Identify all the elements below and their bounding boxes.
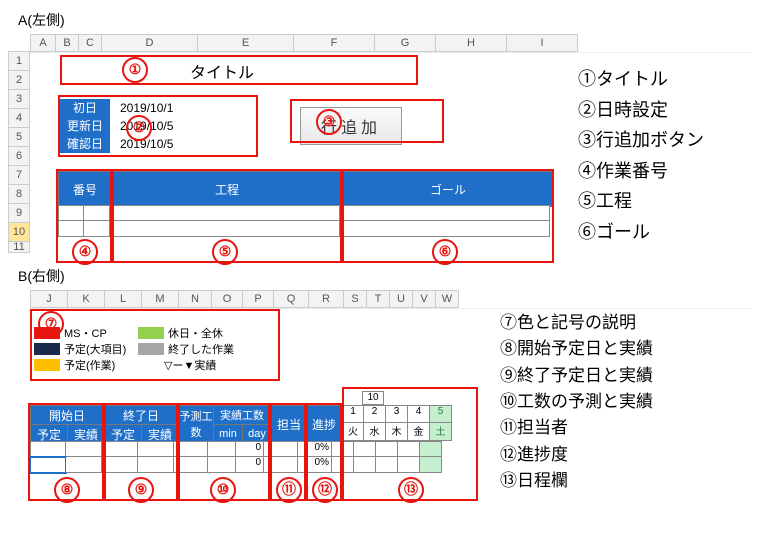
marker-10: ⑩: [210, 477, 236, 503]
swatch-amber: [34, 359, 60, 371]
hdr-forecast: 予測工数: [179, 405, 214, 443]
add-row-button[interactable]: 行追加: [300, 107, 402, 145]
marker-1: ①: [122, 57, 148, 83]
selected-cell[interactable]: [30, 457, 66, 473]
cal-month[interactable]: 10: [362, 391, 384, 405]
col-headers-a: A B C D E F G H I: [30, 34, 752, 52]
legend-list-a: ①タイトル ②日時設定 ③行追加ボタン ④作業番号 ⑤工程 ⑥ゴール: [578, 64, 704, 248]
col-b: B: [56, 34, 79, 52]
title-text[interactable]: タイトル: [190, 59, 254, 83]
swatch-green: [138, 327, 164, 339]
col-d: D: [102, 34, 198, 52]
marker-12: ⑫: [312, 477, 338, 503]
col-c: C: [79, 34, 102, 52]
col-a: A: [30, 34, 56, 52]
col-e: E: [198, 34, 294, 52]
date-label-first: 初日: [60, 99, 110, 117]
swatch-red: [34, 327, 60, 339]
col-h: H: [436, 34, 507, 52]
cell-number2[interactable]: [84, 205, 110, 221]
hdr-owner: 担当: [272, 405, 307, 443]
hdr-goal: ゴール: [343, 171, 554, 207]
hdr-actual: 実績工数: [214, 405, 271, 425]
swatch-navy: [34, 343, 60, 355]
hdr-progress: 進捗: [307, 405, 342, 443]
date-label-update: 更新日: [60, 117, 110, 135]
marker-6: ⑥: [432, 239, 458, 265]
section-a-label: A(左側): [18, 10, 752, 30]
hdr-end: 終了日: [105, 405, 178, 425]
cell-goal[interactable]: [340, 205, 550, 221]
col-f: F: [294, 34, 375, 52]
marker-8: ⑧: [54, 477, 80, 503]
hdr-start: 開始日: [30, 405, 104, 425]
marker-13: ⑬: [398, 477, 424, 503]
hdr-process: 工程: [112, 171, 343, 207]
row-headers-a: 1 2 3 4 5 6 7 8 9 10 11: [8, 51, 30, 253]
marker-9: ⑨: [128, 477, 154, 503]
marker-4: ④: [72, 239, 98, 265]
legend-list-b: ⑦色と記号の説明 ⑧開始予定日と実績 ⑨終了予定日と実績 ⑩工数の予測と実績 ⑪…: [500, 310, 653, 494]
marker-11: ⑪: [276, 477, 302, 503]
col-i: I: [507, 34, 578, 52]
cell-process[interactable]: [110, 205, 340, 221]
date-update[interactable]: 2019/10/5: [114, 117, 173, 135]
date-first[interactable]: 2019/10/1: [114, 99, 173, 117]
hdr-number: 番号: [58, 171, 112, 207]
date-label-confirm: 確認日: [60, 135, 110, 153]
date-confirm[interactable]: 2019/10/5: [114, 135, 173, 153]
col-headers-b: J K L M N O P Q R S T U V W: [30, 290, 752, 308]
section-b-label: B(右側): [18, 266, 752, 286]
col-g: G: [375, 34, 436, 52]
marker-5: ⑤: [212, 239, 238, 265]
swatch-gray: [138, 343, 164, 355]
cell-number[interactable]: [58, 205, 84, 221]
